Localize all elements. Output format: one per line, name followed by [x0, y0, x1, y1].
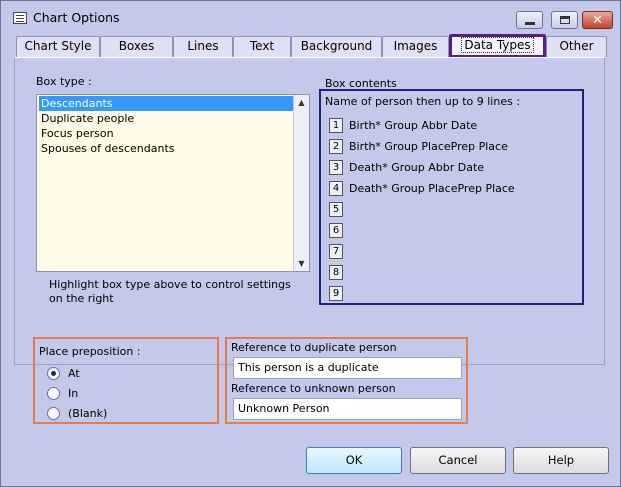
place-preposition-label: Place preposition : [39, 345, 141, 358]
line-number-button[interactable]: 3 [329, 159, 343, 175]
radio-button[interactable] [47, 387, 60, 400]
radio-in[interactable]: In [47, 387, 78, 400]
radio-label: (Blank) [68, 407, 108, 420]
content-line-3[interactable]: 3 Death* Group Abbr Date [329, 159, 484, 175]
tab-background[interactable]: Background [291, 36, 382, 57]
line-number-button[interactable]: 1 [329, 117, 343, 133]
content-line-9[interactable]: 9 [329, 285, 349, 301]
box-type-list[interactable]: Descendants Duplicate people Focus perso… [36, 94, 310, 272]
radio-button[interactable] [47, 367, 60, 380]
line-text: Death* Group Abbr Date [349, 160, 485, 174]
line-number-button[interactable]: 8 [329, 264, 343, 280]
content-line-4[interactable]: 4 Death* Group PlacePrep Place [329, 180, 515, 196]
line-text: Death* Group PlacePrep Place [349, 181, 515, 195]
minimize-icon [524, 21, 535, 25]
tab-images[interactable]: Images [382, 36, 449, 57]
tab-data-types[interactable]: Data Types [449, 34, 546, 58]
list-item-duplicate-people[interactable]: Duplicate people [39, 111, 295, 126]
content-line-7[interactable]: 7 [329, 243, 349, 259]
tab-label: Chart Style [24, 39, 92, 53]
chart-options-window: Chart Options ✕ Chart Style Boxes Lines … [0, 0, 621, 487]
radio-button[interactable] [47, 407, 60, 420]
title-bar[interactable]: Chart Options ✕ [1, 1, 620, 35]
list-item-focus-person[interactable]: Focus person [39, 126, 295, 141]
close-icon: ✕ [592, 12, 603, 28]
tab-label: Images [393, 39, 438, 53]
box-contents-header: Name of person then up to 9 lines : [325, 95, 521, 108]
close-button[interactable]: ✕ [582, 11, 613, 29]
radio-label: In [68, 387, 79, 400]
line-number-button[interactable]: 4 [329, 180, 343, 196]
reference-group: Reference to duplicate person This perso… [225, 337, 468, 424]
line-number-button[interactable]: 2 [329, 138, 343, 154]
list-item-spouses-of-descendants[interactable]: Spouses of descendants [39, 141, 295, 156]
line-number-button[interactable]: 5 [329, 201, 343, 217]
line-number-button[interactable]: 7 [329, 243, 343, 259]
box-type-label: Box type : [36, 75, 92, 88]
tab-chart-style[interactable]: Chart Style [16, 36, 100, 57]
line-text: Birth* Group Abbr Date [349, 118, 478, 132]
ok-button[interactable]: OK [306, 447, 402, 474]
radio-label: At [68, 367, 80, 380]
scroll-up-icon[interactable]: ▲ [294, 95, 309, 110]
list-scrollbar[interactable]: ▲ ▼ [293, 95, 309, 271]
minimize-button[interactable] [516, 11, 543, 29]
line-number-button[interactable]: 6 [329, 222, 343, 238]
help-button[interactable]: Help [513, 447, 609, 474]
window-title: Chart Options [33, 10, 120, 25]
tab-lines[interactable]: Lines [173, 36, 233, 57]
radio-blank[interactable]: (Blank) [47, 407, 107, 420]
content-line-2[interactable]: 2 Birth* Group PlacePrep Place [329, 138, 508, 154]
place-preposition-group: Place preposition : At In (Blank) [33, 337, 219, 424]
maximize-icon [559, 16, 570, 24]
duplicate-reference-label: Reference to duplicate person [231, 341, 397, 354]
box-contents-panel: Name of person then up to 9 lines : 1 Bir… [319, 89, 584, 305]
content-line-5[interactable]: 5 [329, 201, 349, 217]
content-line-1[interactable]: 1 Birth* Group Abbr Date [329, 117, 477, 133]
line-number-button[interactable]: 9 [329, 285, 343, 301]
scroll-down-icon[interactable]: ▼ [294, 256, 309, 271]
tab-label: Background [300, 39, 373, 53]
maximize-button[interactable] [551, 11, 578, 29]
content-line-8[interactable]: 8 [329, 264, 349, 280]
duplicate-reference-input[interactable]: This person is a duplicate [233, 357, 462, 379]
cancel-button[interactable]: Cancel [410, 447, 506, 474]
tab-boxes[interactable]: Boxes [100, 36, 173, 57]
unknown-reference-label: Reference to unknown person [231, 382, 396, 395]
app-icon [13, 12, 27, 24]
tab-other[interactable]: Other [546, 36, 607, 57]
list-item-descendants[interactable]: Descendants [39, 96, 295, 111]
tab-label: Other [559, 39, 594, 53]
content-line-6[interactable]: 6 [329, 222, 349, 238]
unknown-reference-input[interactable]: Unknown Person [233, 398, 462, 420]
tab-label: Lines [187, 39, 219, 53]
tab-label: Data Types [461, 37, 534, 53]
radio-at[interactable]: At [47, 367, 80, 380]
tab-label: Text [249, 39, 275, 53]
tab-strip: Chart Style Boxes Lines Text Background … [14, 34, 614, 59]
line-text: Birth* Group PlacePrep Place [349, 139, 508, 153]
tab-label: Boxes [118, 39, 155, 53]
tab-text[interactable]: Text [233, 36, 291, 57]
box-type-hint: Highlight box type above to control sett… [49, 278, 291, 305]
